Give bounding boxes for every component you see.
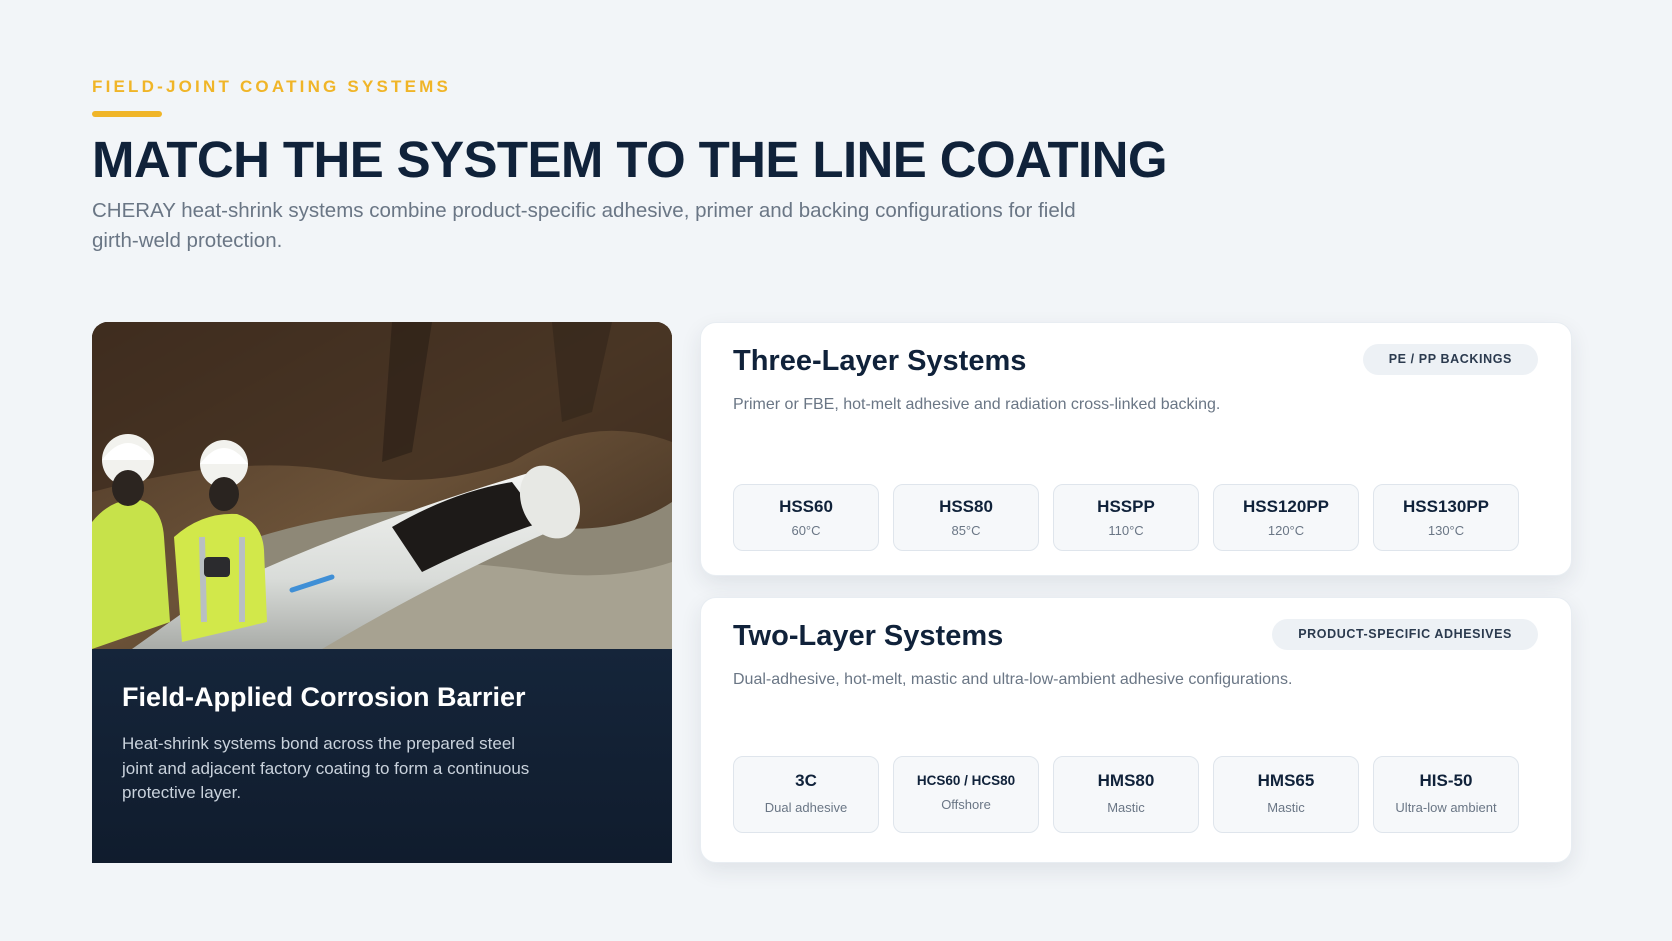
product-name: HSS80	[939, 497, 993, 516]
product-name: 3C	[795, 771, 817, 790]
three-layer-title: Three-Layer Systems	[733, 345, 1027, 377]
product-chip-his-50[interactable]: HIS-50 Ultra-low ambient	[1373, 756, 1519, 833]
product-chip-hsspp[interactable]: HSSPP 110°C	[1053, 484, 1199, 551]
page-title: MATCH THE SYSTEM TO THE LINE COATING	[92, 131, 1168, 188]
product-type: Dual adhesive	[764, 800, 848, 815]
two-layer-description: Dual-adhesive, hot-melt, mastic and ultr…	[733, 671, 1293, 688]
page-subtitle: CHERAY heat-shrink systems combine produ…	[92, 199, 1076, 252]
product-chip-hss120pp[interactable]: HSS120PP 120°C	[1213, 484, 1359, 551]
photo-caption-title: Field-Applied Corrosion Barrier	[122, 682, 526, 712]
product-name: HMS80	[1097, 771, 1155, 790]
product-chip-3c[interactable]: 3C Dual adhesive	[733, 756, 879, 833]
product-chip-hms80[interactable]: HMS80 Mastic	[1053, 756, 1199, 833]
two-layer-title: Two-Layer Systems	[733, 620, 1004, 652]
three-layer-description: Primer or FBE, hot-melt adhesive and rad…	[733, 396, 1221, 413]
product-name: HSS60	[779, 497, 833, 516]
product-chip-hss60[interactable]: HSS60 60°C	[733, 484, 879, 551]
pipeline-field-photo	[92, 322, 672, 649]
product-name: HMS65	[1257, 771, 1315, 790]
three-layer-systems-card: Three-Layer Systems PE / PP BACKINGS Pri…	[700, 322, 1572, 576]
product-chip-hss130pp[interactable]: HSS130PP 130°C	[1373, 484, 1519, 551]
photo-card: Field-Applied Corrosion Barrier Heat-shr…	[92, 322, 672, 863]
product-name: HIS-50	[1419, 771, 1473, 790]
product-temperature: 60°C	[791, 523, 821, 538]
product-temperature: 130°C	[1427, 523, 1465, 538]
product-temperature: 110°C	[1108, 523, 1144, 538]
product-name: HSS130PP	[1403, 497, 1489, 516]
two-layer-product-list: 3C Dual adhesive HCS60 / HCS80 Offshore …	[733, 756, 1519, 833]
eyebrow-accent-bar	[92, 111, 162, 117]
two-layer-badge: PRODUCT-SPECIFIC ADHESIVES	[1272, 619, 1538, 650]
product-name: HSS120PP	[1243, 497, 1329, 516]
product-type: Mastic	[1107, 800, 1145, 815]
product-chip-hcs60-hcs80[interactable]: HCS60 / HCS80 Offshore	[893, 756, 1039, 833]
two-layer-systems-card: Two-Layer Systems PRODUCT-SPECIFIC ADHES…	[700, 597, 1572, 863]
product-type: Offshore	[941, 797, 991, 812]
three-layer-product-list: HSS60 60°C HSS80 85°C HSSPP 110°C HSS120…	[733, 484, 1519, 551]
product-name: HSSPP	[1097, 497, 1155, 516]
photo-caption-text: Heat-shrink systems bond across the prep…	[122, 734, 530, 802]
product-type: Ultra-low ambient	[1395, 800, 1497, 815]
product-chip-hms65[interactable]: HMS65 Mastic	[1213, 756, 1359, 833]
product-chip-hss80[interactable]: HSS80 85°C	[893, 484, 1039, 551]
product-temperature: 120°C	[1267, 523, 1305, 538]
product-name: HCS60 / HCS80	[916, 773, 1016, 788]
section-eyebrow: FIELD-JOINT COATING SYSTEMS	[92, 77, 452, 96]
three-layer-badge: PE / PP BACKINGS	[1362, 344, 1538, 375]
product-temperature: 85°C	[951, 523, 981, 538]
product-type: Mastic	[1267, 800, 1305, 815]
